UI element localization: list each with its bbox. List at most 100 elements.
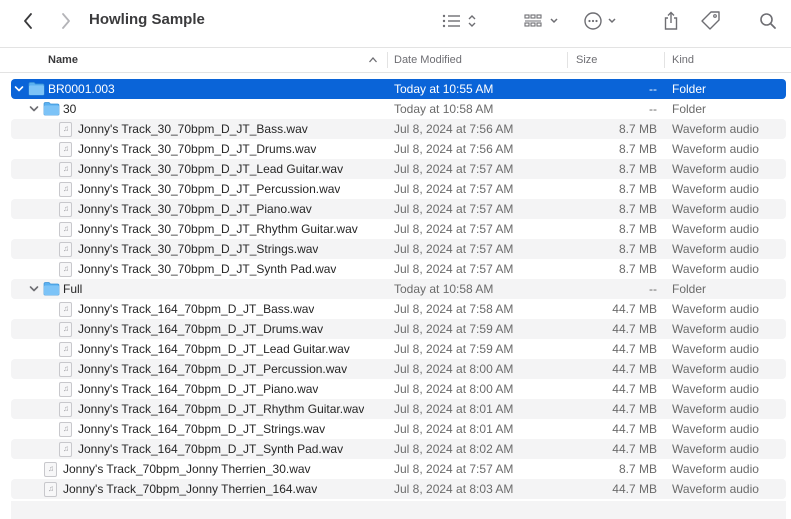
- file-row[interactable]: ♫ Jonny's Track_164_70bpm_D_JT_Rhythm Gui…: [11, 399, 786, 419]
- file-size: --: [649, 282, 657, 296]
- audio-file-icon: ♫: [59, 262, 72, 277]
- disclosure-triangle[interactable]: [13, 79, 25, 99]
- column-date-header[interactable]: Date Modified: [394, 48, 462, 72]
- file-row[interactable]: ♫ Jonny's Track_164_70bpm_D_JT_Percussion…: [11, 359, 786, 379]
- file-row[interactable]: ♫ Jonny's Track_30_70bpm_D_JT_Bass.wav Jul…: [11, 119, 786, 139]
- date-modified: Jul 8, 2024 at 7:57 AM: [394, 462, 514, 476]
- folder-row[interactable]: Full Today at 10:58 AM -- Folder: [11, 279, 786, 299]
- file-name: Jonny's Track_30_70bpm_D_JT_Synth Pad.wa…: [78, 262, 337, 276]
- file-kind: Waveform audio: [672, 122, 759, 136]
- file-name: Jonny's Track_164_70bpm_D_JT_Synth Pad.w…: [78, 442, 344, 456]
- file-name: Jonny's Track_30_70bpm_D_JT_Percussion.w…: [78, 182, 341, 196]
- file-size: 44.7 MB: [612, 362, 657, 376]
- tag-icon: [701, 11, 720, 30]
- date-modified: Today at 10:58 AM: [394, 102, 494, 116]
- audio-file-icon: ♫: [44, 482, 57, 497]
- file-name: Jonny's Track_164_70bpm_D_JT_Lead Guitar…: [78, 342, 350, 356]
- file-kind: Waveform audio: [672, 302, 759, 316]
- file-size: 44.7 MB: [612, 422, 657, 436]
- date-modified: Jul 8, 2024 at 7:57 AM: [394, 162, 514, 176]
- column-kind-header[interactable]: Kind: [672, 48, 694, 72]
- file-size: 8.7 MB: [618, 142, 657, 156]
- folder-icon: [43, 281, 60, 299]
- date-modified: Jul 8, 2024 at 7:57 AM: [394, 222, 514, 236]
- file-row[interactable]: ♫ Jonny's Track_164_70bpm_D_JT_Lead Guita…: [11, 339, 786, 359]
- audio-file-icon: ♫: [59, 182, 72, 197]
- file-kind: Waveform audio: [672, 222, 759, 236]
- column-size-header[interactable]: Size: [576, 48, 597, 72]
- file-row[interactable]: ♫ Jonny's Track_30_70bpm_D_JT_Rhythm Guit…: [11, 219, 786, 239]
- action-button[interactable]: [583, 8, 621, 34]
- tag-button[interactable]: [699, 8, 723, 34]
- file-row[interactable]: ♫ Jonny's Track_70bpm_Jonny Therrien_30.w…: [11, 459, 786, 479]
- file-kind: Waveform audio: [672, 322, 759, 336]
- file-kind: Waveform audio: [672, 462, 759, 476]
- file-name: Jonny's Track_164_70bpm_D_JT_Rhythm Guit…: [78, 402, 365, 416]
- column-name-header[interactable]: Name: [48, 48, 78, 72]
- file-row[interactable]: ♫ Jonny's Track_30_70bpm_D_JT_Strings.wav…: [11, 239, 786, 259]
- file-kind: Waveform audio: [672, 242, 759, 256]
- folder-icon: [43, 101, 60, 119]
- file-row[interactable]: ♫ Jonny's Track_164_70bpm_D_JT_Strings.wa…: [11, 419, 786, 439]
- audio-file-icon: ♫: [59, 442, 72, 457]
- date-modified: Jul 8, 2024 at 8:00 AM: [394, 362, 514, 376]
- folder-row[interactable]: 30 Today at 10:58 AM -- Folder: [11, 99, 786, 119]
- chevron-left-icon: [24, 13, 32, 29]
- group-button[interactable]: [523, 8, 563, 34]
- disclosure-triangle[interactable]: [28, 99, 40, 119]
- file-row[interactable]: ♫ Jonny's Track_164_70bpm_D_JT_Piano.wav J…: [11, 379, 786, 399]
- file-size: --: [649, 82, 657, 96]
- back-button[interactable]: [18, 8, 38, 34]
- file-size: 8.7 MB: [618, 262, 657, 276]
- file-size: 8.7 MB: [618, 202, 657, 216]
- date-modified: Jul 8, 2024 at 7:58 AM: [394, 302, 514, 316]
- file-kind: Waveform audio: [672, 382, 759, 396]
- file-row[interactable]: ♫ Jonny's Track_164_70bpm_D_JT_Drums.wav J…: [11, 319, 786, 339]
- date-modified: Jul 8, 2024 at 7:57 AM: [394, 262, 514, 276]
- file-row[interactable]: ♫ Jonny's Track_30_70bpm_D_JT_Drums.wav Ju…: [11, 139, 786, 159]
- search-button[interactable]: [757, 8, 779, 34]
- share-icon: [664, 11, 678, 30]
- audio-file-icon: ♫: [59, 382, 72, 397]
- chevron-down-icon: [29, 106, 39, 112]
- file-name: Full: [63, 282, 83, 296]
- disclosure-triangle[interactable]: [28, 279, 40, 299]
- file-size: 44.7 MB: [612, 382, 657, 396]
- file-size: 8.7 MB: [618, 122, 657, 136]
- date-modified: Jul 8, 2024 at 7:57 AM: [394, 202, 514, 216]
- file-row[interactable]: ♫ Jonny's Track_30_70bpm_D_JT_Piano.wav Ju…: [11, 199, 786, 219]
- file-size: 44.7 MB: [612, 342, 657, 356]
- column-divider[interactable]: [664, 52, 665, 68]
- share-button[interactable]: [661, 8, 681, 34]
- audio-file-icon: ♫: [59, 322, 72, 337]
- date-modified: Jul 8, 2024 at 7:59 AM: [394, 342, 514, 356]
- column-divider[interactable]: [387, 52, 388, 68]
- audio-file-icon: ♫: [59, 142, 72, 157]
- date-modified: Jul 8, 2024 at 7:59 AM: [394, 322, 514, 336]
- file-row[interactable]: ♫ Jonny's Track_70bpm_Jonny Therrien_164.…: [11, 479, 786, 499]
- forward-button[interactable]: [56, 8, 76, 34]
- file-row[interactable]: ♫ Jonny's Track_164_70bpm_D_JT_Synth Pad.…: [11, 439, 786, 459]
- view-options-button[interactable]: [441, 8, 479, 34]
- file-size: 8.7 MB: [618, 182, 657, 196]
- empty-row: [11, 501, 786, 519]
- file-name: Jonny's Track_30_70bpm_D_JT_Drums.wav: [78, 142, 317, 156]
- file-row[interactable]: ♫ Jonny's Track_164_70bpm_D_JT_Bass.wav Ju…: [11, 299, 786, 319]
- date-modified: Jul 8, 2024 at 7:56 AM: [394, 122, 514, 136]
- file-kind: Waveform audio: [672, 362, 759, 376]
- file-row[interactable]: ♫ Jonny's Track_30_70bpm_D_JT_Lead Guitar…: [11, 159, 786, 179]
- date-modified: Jul 8, 2024 at 8:02 AM: [394, 442, 514, 456]
- file-row[interactable]: ♫ Jonny's Track_30_70bpm_D_JT_Synth Pad.w…: [11, 259, 786, 279]
- search-icon: [760, 13, 776, 29]
- audio-file-icon: ♫: [59, 122, 72, 137]
- folder-row[interactable]: BR0001.003 Today at 10:55 AM -- Folder: [11, 79, 786, 99]
- grid-group-icon: [524, 14, 558, 27]
- column-divider[interactable]: [567, 52, 568, 68]
- file-name: Jonny's Track_164_70bpm_D_JT_Piano.wav: [78, 382, 319, 396]
- date-modified: Jul 8, 2024 at 8:03 AM: [394, 482, 514, 496]
- audio-file-icon: ♫: [44, 462, 57, 477]
- date-modified: Jul 8, 2024 at 7:57 AM: [394, 182, 514, 196]
- file-kind: Folder: [672, 82, 707, 96]
- audio-file-icon: ♫: [59, 342, 72, 357]
- file-row[interactable]: ♫ Jonny's Track_30_70bpm_D_JT_Percussion.…: [11, 179, 786, 199]
